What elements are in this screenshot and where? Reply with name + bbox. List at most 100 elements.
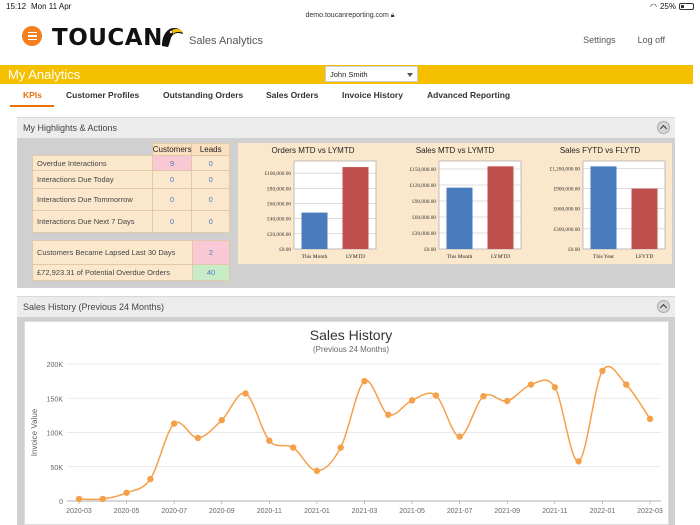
data-point[interactable]	[75, 495, 83, 503]
data-point[interactable]	[456, 433, 463, 440]
chart-title: Sales MTD vs LYMTD	[415, 146, 495, 155]
data-point[interactable]	[337, 444, 344, 451]
sales-history-chart: Sales History (Previous 24 Months) 0 50K 100…	[30, 327, 663, 515]
leads-count[interactable]: 0	[191, 210, 230, 233]
y-tick-label: £120,000.00	[410, 183, 437, 189]
data-point[interactable]	[361, 377, 368, 385]
user-select[interactable]: John Smith	[325, 66, 418, 82]
url-text: demo.toucanreporting.com	[305, 12, 389, 19]
chart-subtitle: (Previous 24 Months)	[313, 345, 389, 354]
status-time: 15:12	[6, 2, 27, 11]
data-point[interactable]	[432, 392, 440, 399]
sales-history-panel-header: Sales History (Previous 24 Months)	[17, 296, 675, 317]
y-tick-label: £600,000.00	[554, 207, 581, 213]
data-point[interactable]	[170, 420, 178, 427]
data-point[interactable]	[480, 392, 487, 400]
data-point[interactable]	[147, 475, 154, 483]
customers-count[interactable]: 0	[151, 188, 193, 211]
logoff-link[interactable]: Log off	[638, 35, 665, 45]
x-tick-label: 2021-09	[494, 508, 520, 515]
data-point[interactable]	[646, 415, 654, 422]
leads-count[interactable]: 0	[191, 170, 230, 189]
lock-icon: 🔒︎	[390, 12, 395, 19]
data-point[interactable]	[623, 381, 630, 388]
row-label: Interactions Due Tommorrow	[32, 188, 153, 211]
active-tab-indicator	[10, 105, 54, 107]
table-corner	[32, 143, 153, 156]
sales-history-panel-title: Sales History (Previous 24 Months)	[23, 302, 165, 312]
customers-count[interactable]: 0	[151, 210, 193, 233]
kpi-extra-table: Customers Became Lapsed Last 30 Days 2 £…	[32, 240, 230, 281]
y-tick-label: 150K	[47, 396, 64, 403]
table-row[interactable]: Interactions Due Next 7 Days 0 0	[32, 210, 230, 233]
lapsed-count[interactable]: 2	[192, 240, 230, 265]
user-select-value: John Smith	[330, 70, 368, 79]
address-bar[interactable]: demo.toucanreporting.com 🔒︎	[0, 12, 700, 20]
data-point[interactable]	[504, 397, 511, 405]
table-row[interactable]: Interactions Due Today 0 0	[32, 170, 230, 189]
tab-sales-orders[interactable]: Sales Orders	[266, 90, 318, 100]
y-tick-label: £900,000.00	[554, 187, 581, 193]
x-tick-label: 2021-05	[399, 508, 425, 515]
y-tick-label: £300,000.00	[554, 227, 581, 233]
bar[interactable]	[446, 187, 473, 249]
leads-count[interactable]: 0	[191, 188, 230, 211]
tab-kpis[interactable]: KPIs	[23, 90, 42, 100]
y-tick-label: £100,000.00	[265, 171, 292, 177]
collapse-icon[interactable]	[657, 121, 670, 134]
data-point[interactable]	[527, 381, 535, 388]
x-tick-label: 2021-03	[352, 508, 378, 515]
x-tick-label: This Month	[447, 254, 473, 260]
table-row[interactable]: Interactions Due Tommorrow 0 0	[32, 188, 230, 211]
table-row[interactable]: £72,923.31 of Potential Overdue Orders 4…	[32, 264, 230, 281]
y-tick-label: 100K	[47, 431, 64, 438]
overdue-orders-count[interactable]: 40	[192, 264, 230, 281]
bar[interactable]	[631, 188, 658, 249]
data-point[interactable]	[99, 495, 106, 503]
bar[interactable]	[590, 166, 617, 249]
table-row[interactable]: Customers Became Lapsed Last 30 Days 2	[32, 240, 230, 265]
leads-count[interactable]: 0	[191, 155, 230, 171]
wifi-icon: ◠	[650, 2, 657, 11]
tab-customer-profiles[interactable]: Customer Profiles	[66, 90, 139, 100]
menu-button[interactable]	[22, 26, 42, 46]
x-tick-label: 2020-05	[114, 508, 140, 515]
data-point[interactable]	[194, 434, 202, 442]
app-screen: 15:12 Mon 11 Apr ◠ 25% demo.toucanreport…	[0, 0, 700, 525]
data-point[interactable]	[123, 489, 130, 496]
toucan-bird-icon	[162, 28, 183, 47]
x-tick-label: 2020-03	[66, 508, 92, 515]
data-point[interactable]	[289, 444, 297, 451]
bar[interactable]	[342, 167, 369, 249]
x-tick-label: 2022-01	[590, 508, 616, 515]
x-tick-label: 2020-07	[161, 508, 187, 515]
row-label: Interactions Due Today	[32, 170, 153, 189]
data-point[interactable]	[551, 384, 559, 391]
highlights-panel-header: My Highlights & Actions	[17, 117, 675, 138]
row-label: Interactions Due Next 7 Days	[32, 210, 153, 233]
y-tick-label: £0.00	[279, 247, 291, 253]
data-point[interactable]	[385, 411, 392, 418]
data-point[interactable]	[242, 390, 249, 397]
data-point[interactable]	[266, 437, 273, 444]
bar[interactable]	[487, 166, 514, 249]
data-point[interactable]	[408, 397, 416, 404]
y-tick-label: £20,000.00	[267, 232, 291, 238]
tab-invoice-history[interactable]: Invoice History	[342, 90, 403, 100]
bar[interactable]	[301, 212, 328, 249]
collapse-icon[interactable]	[657, 300, 670, 313]
mini-charts-area: Orders MTD vs LYMTD Sales MTD vs LYMTD S…	[238, 143, 672, 264]
table-row[interactable]: Overdue Interactions 9 0	[32, 155, 230, 171]
tab-advanced-reporting[interactable]: Advanced Reporting	[427, 90, 510, 100]
data-point[interactable]	[575, 458, 582, 465]
customers-count[interactable]: 9	[151, 155, 193, 171]
data-point[interactable]	[313, 467, 321, 475]
tab-outstanding-orders[interactable]: Outstanding Orders	[163, 90, 243, 100]
settings-link[interactable]: Settings	[583, 35, 616, 45]
data-point[interactable]	[599, 367, 606, 375]
sales-mtd-chart: £0.00 £30,000.00 £60,000.00 £90,000.00 £120,…	[410, 160, 522, 260]
x-tick-label: 2020-09	[209, 508, 235, 515]
chevron-down-icon	[407, 73, 413, 77]
customers-count[interactable]: 0	[151, 170, 193, 189]
data-point[interactable]	[218, 416, 225, 424]
